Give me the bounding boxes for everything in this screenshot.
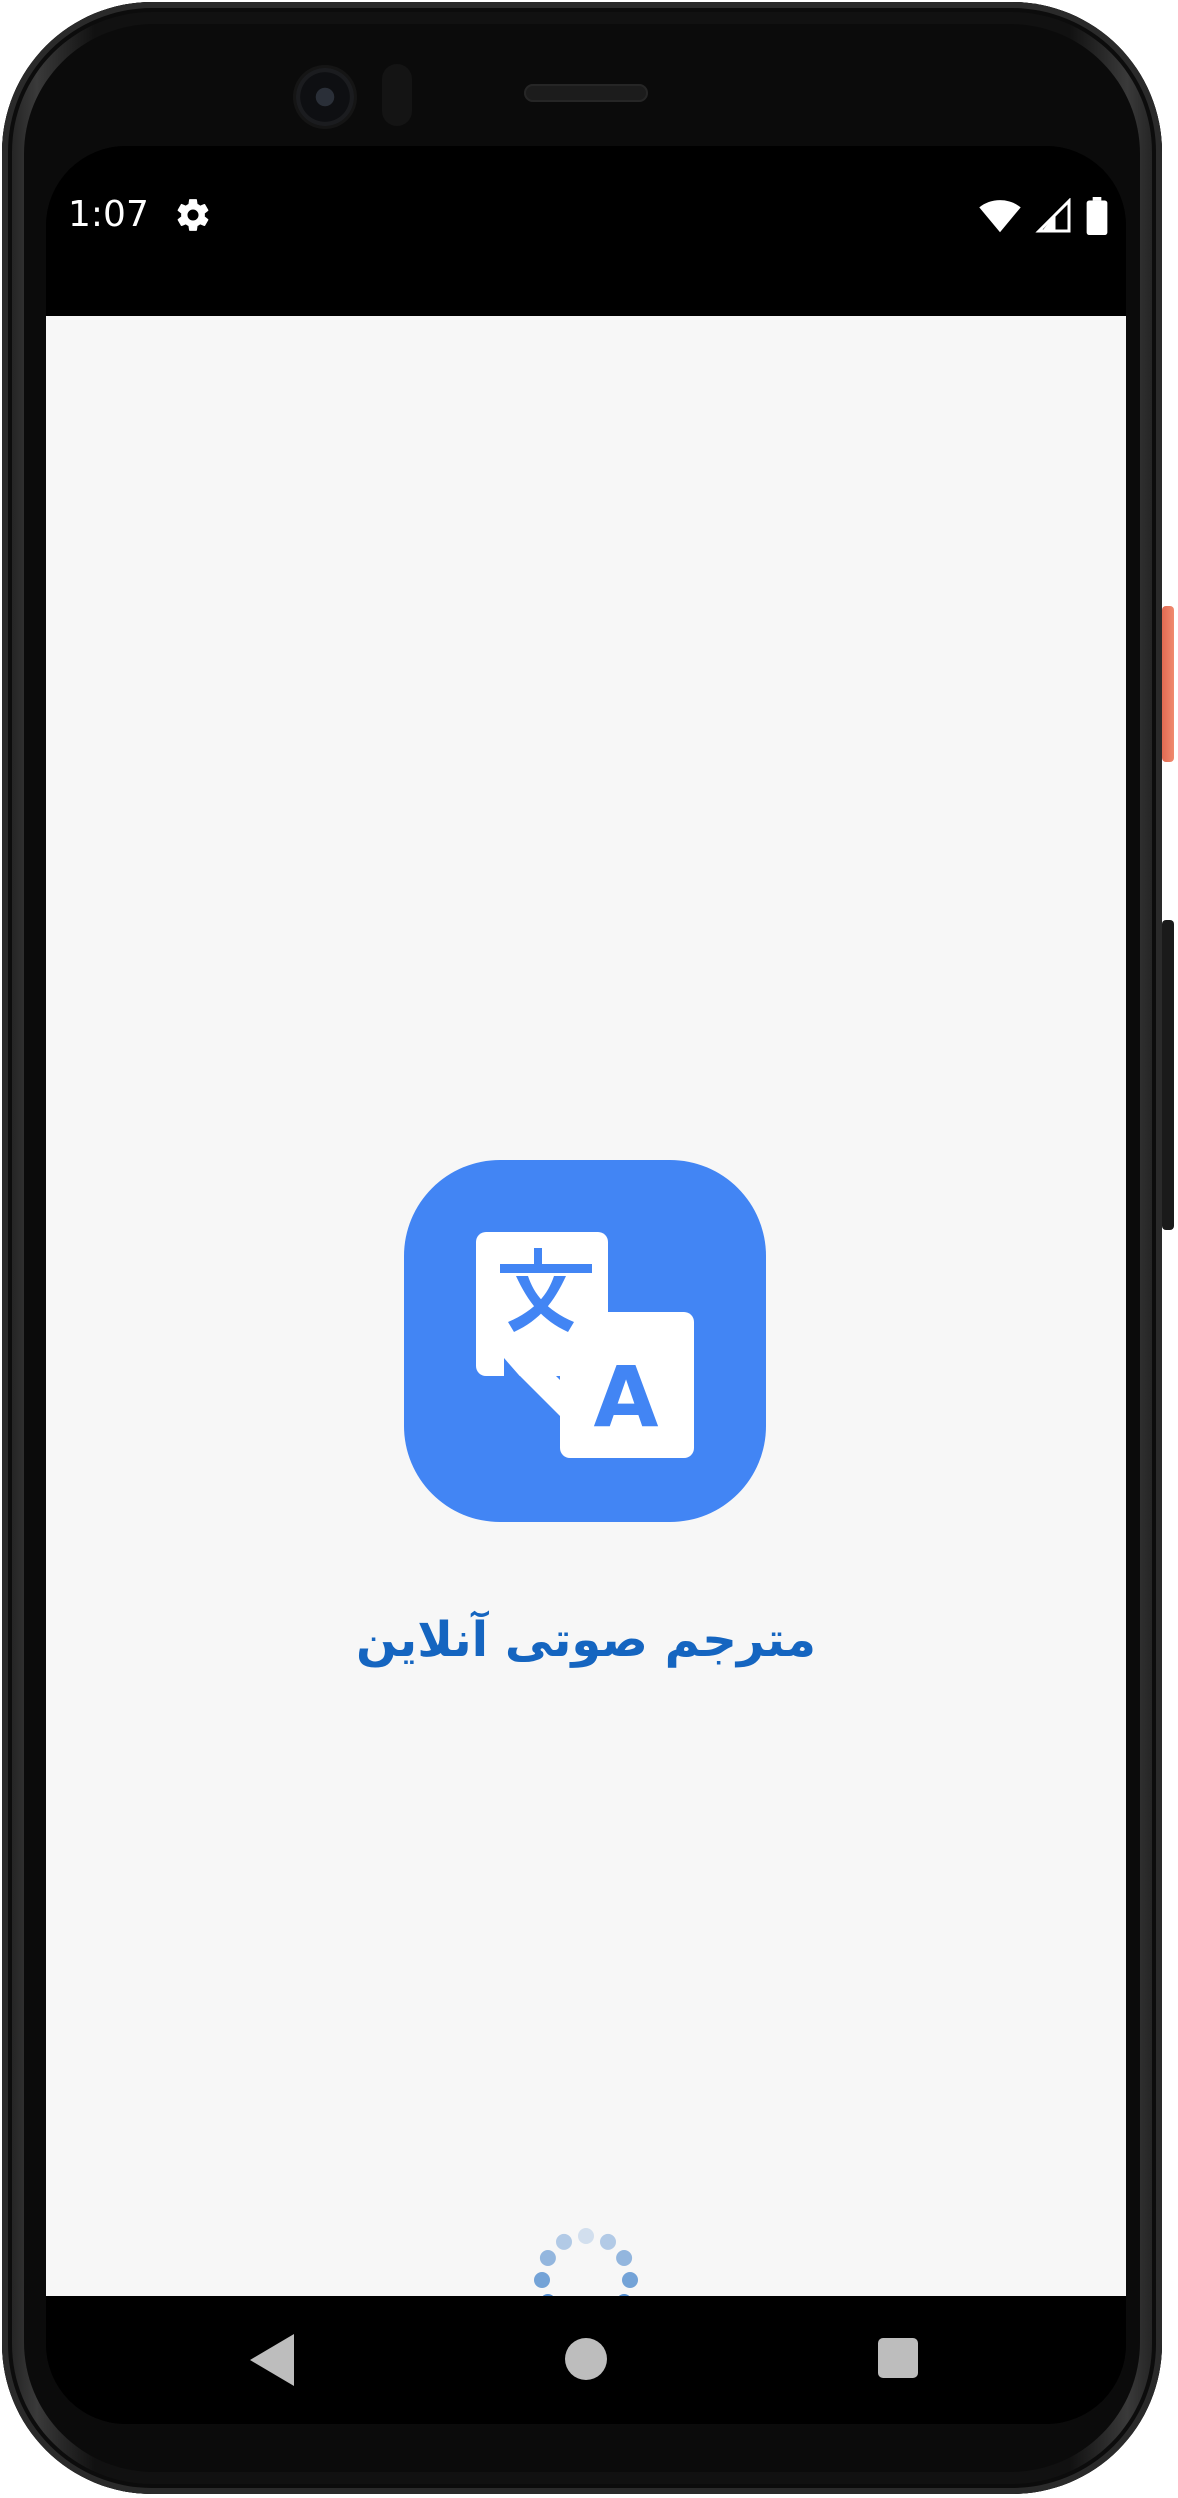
device-frame: 1:07 A مترجم صوتی آنلاین: [0, 0, 1178, 2498]
spinner-dot: [556, 2233, 572, 2250]
screen: 1:07 A مترجم صوتی آنلاین: [46, 146, 1126, 2424]
settings-gear-icon: [177, 199, 209, 231]
power-button: [1162, 606, 1174, 762]
home-icon[interactable]: [565, 2338, 607, 2380]
recent-apps-icon[interactable]: [878, 2338, 918, 2378]
spinner-dot: [616, 2250, 633, 2266]
translate-icon: A: [476, 1232, 694, 1458]
spinner-dot: [534, 2272, 550, 2288]
spinner-dot: [600, 2233, 616, 2250]
battery-icon: [1086, 197, 1108, 235]
navigation-bar: [46, 2296, 1126, 2424]
spinner-dot: [578, 2228, 594, 2244]
status-time: 1:07: [68, 194, 149, 235]
back-icon[interactable]: [250, 2334, 296, 2386]
cell-signal-icon: [1035, 198, 1071, 233]
status-icons: [978, 196, 1108, 236]
translate-app-icon: A: [404, 1160, 766, 1522]
proximity-sensor: [382, 64, 412, 126]
wifi-icon: [979, 200, 1021, 233]
front-camera: [296, 68, 354, 126]
earpiece-speaker: [524, 84, 648, 102]
spinner-dot: [539, 2250, 556, 2266]
splash-screen: A مترجم صوتی آنلاین: [46, 316, 1126, 2332]
status-bar: 1:07: [46, 146, 1126, 316]
svg-text:A: A: [593, 1348, 658, 1446]
app-title: مترجم صوتی آنلاین: [355, 1612, 817, 1668]
volume-rocker: [1162, 920, 1174, 1230]
spinner-dot: [622, 2272, 638, 2288]
